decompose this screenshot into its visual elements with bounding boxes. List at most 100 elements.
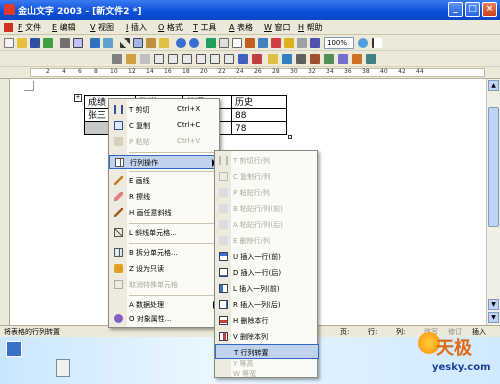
menu-item-cut[interactable]: T 剪切 Ctrl+X: [109, 103, 221, 117]
save-icon[interactable]: [30, 38, 40, 48]
submenu-item-delete-row[interactable]: H 删除本行: [215, 312, 319, 329]
insert-chart-icon[interactable]: [352, 54, 362, 64]
menu-file[interactable]: 文件: [25, 23, 41, 32]
close-button[interactable]: ×: [482, 2, 497, 17]
hyperlink-icon[interactable]: [206, 38, 216, 48]
columns-icon[interactable]: [258, 38, 268, 48]
insert-table-icon[interactable]: [232, 38, 242, 48]
submenu-item-delete-col[interactable]: V 删除本列: [215, 328, 319, 345]
undo-icon[interactable]: [176, 38, 186, 48]
format-painter-icon[interactable]: [159, 38, 169, 48]
menu-view[interactable]: 视图: [98, 23, 114, 32]
sum-icon[interactable]: [252, 54, 262, 64]
paste-icon[interactable]: [146, 38, 156, 48]
menu-insert[interactable]: 插入: [131, 23, 147, 32]
align-icon[interactable]: [196, 54, 206, 64]
table-icon[interactable]: [219, 38, 229, 48]
menu-tools[interactable]: 工具: [200, 23, 216, 32]
submenu-item-delete-row-col[interactable]: E 删除行/列: [215, 232, 319, 249]
sort-icon[interactable]: [238, 54, 248, 64]
distribute-rows-icon[interactable]: [210, 54, 220, 64]
split-cells-icon[interactable]: [182, 54, 192, 64]
help-icon[interactable]: [358, 38, 368, 48]
border-icon[interactable]: [154, 54, 164, 64]
submenu-item-insert-col-before[interactable]: L 插入一列(前): [215, 280, 319, 297]
maximize-button[interactable]: □: [465, 2, 480, 17]
zoom-icon[interactable]: [310, 38, 320, 48]
menu-item-diagonal-cell[interactable]: L 斜线单元格...: [109, 226, 221, 240]
cut-icon[interactable]: [120, 38, 130, 48]
zoom-select[interactable]: 100%: [324, 37, 354, 49]
print-preview-icon[interactable]: [73, 38, 83, 48]
table-move-handle[interactable]: +: [74, 94, 82, 102]
vertical-scrollbar[interactable]: ▲ ▼ ▼: [486, 79, 500, 325]
submenu-item-equal-width[interactable]: W 等宽: [215, 369, 319, 379]
menu-item-draw-diagonal[interactable]: H 画任意斜线: [109, 206, 221, 220]
scroll-up-icon[interactable]: ▲: [488, 80, 499, 91]
submenu-item-paste-before[interactable]: B 粘贴行/列(前): [215, 200, 319, 217]
submenu-item-copy-row-col[interactable]: C 复制行/列: [215, 168, 319, 185]
submenu-item-paste-row-col[interactable]: P 粘贴行/列: [215, 184, 319, 201]
grid-icon[interactable]: [296, 54, 306, 64]
chart-icon[interactable]: [245, 38, 255, 48]
vertical-ruler[interactable]: [0, 79, 10, 325]
scroll-next-page-icon[interactable]: ▼: [488, 312, 499, 323]
menu-item-read-only[interactable]: Z 设为只读: [109, 262, 221, 276]
draw-table-icon[interactable]: [112, 54, 122, 64]
pencil-icon[interactable]: [126, 54, 136, 64]
submenu-item-insert-col-after[interactable]: R 插入一列(后): [215, 296, 319, 313]
minimize-button[interactable]: _: [448, 2, 463, 17]
cell-props-icon[interactable]: [366, 54, 376, 64]
submenu-item-paste-after[interactable]: A 粘贴行/列(后): [215, 216, 319, 233]
autofit-icon[interactable]: [324, 54, 334, 64]
show-hide-icon[interactable]: [284, 38, 294, 48]
drawing-icon[interactable]: [271, 38, 281, 48]
menu-window[interactable]: 窗口: [274, 23, 290, 32]
app-icon[interactable]: [4, 4, 15, 15]
menu-help[interactable]: 帮助: [307, 23, 323, 32]
formula-icon[interactable]: [338, 54, 348, 64]
new-doc-icon[interactable]: [4, 38, 14, 48]
table-cell[interactable]: 78: [231, 121, 287, 135]
menu-table[interactable]: 表格: [237, 23, 253, 32]
open-folder-icon[interactable]: [17, 38, 27, 48]
table-resize-handle[interactable]: [288, 135, 292, 139]
menu-item-erase-line[interactable]: R 擦线: [109, 190, 221, 204]
redo-icon[interactable]: [189, 38, 199, 48]
menu-edit[interactable]: 编辑: [60, 23, 76, 32]
submenu-item-equal-height[interactable]: Y 等高: [215, 359, 319, 369]
eraser-icon[interactable]: [140, 54, 150, 64]
distribute-cols-icon[interactable]: [224, 54, 234, 64]
menu-item-object-properties[interactable]: O 对象属性...: [109, 312, 221, 326]
horizontal-ruler[interactable]: 2 4 6 8 10 12 14 16 18 20 22 24 26 28 30…: [0, 67, 500, 79]
menu-item-copy[interactable]: C 复制 Ctrl+C: [109, 119, 221, 133]
merge-cells-icon[interactable]: [168, 54, 178, 64]
desktop-app-icon[interactable]: [6, 341, 22, 357]
spellcheck-icon[interactable]: [90, 38, 100, 48]
submenu-item-transpose[interactable]: T 行列转置: [215, 344, 319, 359]
text-direction-icon[interactable]: [282, 54, 292, 64]
save-as-icon[interactable]: [43, 38, 53, 48]
research-icon[interactable]: [103, 38, 113, 48]
desktop-file-icon[interactable]: [56, 359, 70, 377]
pointer-icon[interactable]: [372, 38, 382, 48]
table-props-icon[interactable]: [310, 54, 320, 64]
menu-item-row-column-ops[interactable]: 行列操作: [109, 155, 221, 169]
scroll-down-icon[interactable]: ▼: [488, 299, 499, 310]
shading-icon[interactable]: [268, 54, 278, 64]
menu-item-split-cell[interactable]: B 拆分单元格...: [109, 246, 221, 260]
menu-item-paste[interactable]: P 粘贴 Ctrl+V: [109, 135, 221, 149]
menu-item-data-processing[interactable]: A 数据处理: [109, 298, 221, 312]
doc-map-icon[interactable]: [297, 38, 307, 48]
menu-format[interactable]: 格式: [167, 23, 183, 32]
menu-item-draw-line[interactable]: E 画线: [109, 174, 221, 188]
print-icon[interactable]: [60, 38, 70, 48]
table-header-cell[interactable]: 历史: [231, 95, 287, 109]
menu-item-cancel-special-cell[interactable]: 取消特殊单元格: [109, 278, 221, 292]
copy-icon[interactable]: [133, 38, 143, 48]
submenu-item-insert-row-before[interactable]: U 插入一行(前): [215, 248, 319, 265]
submenu-item-insert-row-after[interactable]: D 插入一行(后): [215, 264, 319, 281]
scroll-thumb[interactable]: [488, 107, 499, 227]
submenu-item-cut-row-col[interactable]: T 剪切行/列: [215, 152, 319, 169]
table-cell[interactable]: 88: [231, 108, 287, 122]
